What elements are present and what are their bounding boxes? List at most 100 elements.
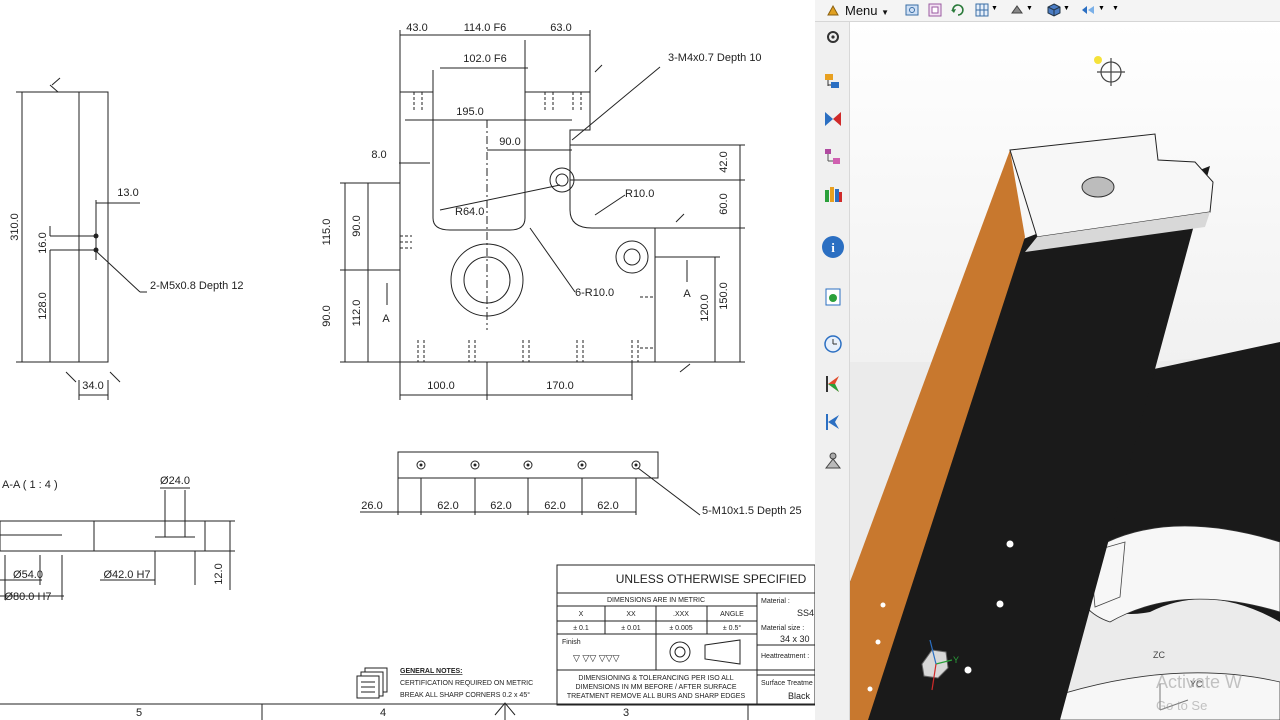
roles-icon[interactable] bbox=[823, 412, 843, 432]
dim-dia-42-h7: Ø42.0 H7 bbox=[103, 569, 150, 581]
render-dropdown-icon[interactable]: ▼ bbox=[1026, 5, 1033, 12]
dim-120: 120.0 bbox=[699, 294, 711, 322]
dim-60: 60.0 bbox=[718, 193, 730, 214]
dim-62-b: 62.0 bbox=[490, 500, 511, 512]
section-mark-left: A bbox=[382, 313, 390, 325]
axis-label-zc: ZC bbox=[1153, 650, 1165, 660]
assembly-navigator-icon[interactable] bbox=[823, 72, 843, 92]
zone-4: 4 bbox=[380, 707, 386, 719]
graphics-window[interactable]: Y ZC YC Activate W Go to Se bbox=[850, 22, 1280, 720]
fit-view-icon[interactable] bbox=[905, 3, 919, 17]
dim-90-left: 90.0 bbox=[351, 215, 363, 236]
tol-val-angle: ± 0.5° bbox=[723, 624, 742, 632]
dim-side-16: 16.0 bbox=[37, 232, 49, 253]
process-studio-icon[interactable] bbox=[823, 374, 843, 394]
activation-watermark-line-2: Go to Se bbox=[1156, 698, 1208, 713]
side-view-outline bbox=[78, 91, 109, 363]
tol-col-angle: ANGLE bbox=[720, 611, 744, 618]
cube-dropdown-icon[interactable]: ▼ bbox=[1063, 5, 1070, 12]
menu-button[interactable]: Menu ▼ bbox=[823, 2, 892, 20]
dim-114-f6: 114.0 F6 bbox=[464, 22, 507, 34]
dim-90-bottom: 90.0 bbox=[321, 305, 333, 326]
top-holes-note: 3-M4x0.7 Depth 10 bbox=[668, 52, 762, 64]
snap-icon[interactable] bbox=[928, 3, 942, 17]
dim-170: 170.0 bbox=[546, 380, 574, 392]
dim-112: 112.0 bbox=[351, 300, 363, 327]
dim-102-f6: 102.0 F6 bbox=[463, 53, 506, 65]
cad-toolbar: Menu ▼ ▼ ▼ ▼ ▼ ▼ bbox=[815, 0, 1280, 22]
section-view-outline bbox=[0, 520, 206, 552]
bottom-holes-note: 5-M10x1.5 Depth 25 bbox=[702, 505, 802, 517]
dim-26: 26.0 bbox=[361, 500, 382, 512]
dim-r64: R64.0 bbox=[455, 206, 484, 218]
dim-side-34: 34.0 bbox=[82, 380, 103, 392]
general-notes-line-2: BREAK ALL SHARP CORNERS 0.2 x 45° bbox=[400, 691, 530, 699]
reuse-library-icon[interactable] bbox=[823, 184, 843, 204]
notes-icon bbox=[356, 667, 388, 699]
material-label: Material : bbox=[761, 598, 790, 605]
drawing-canvas: 310.0 13.0 16.0 128.0 34.0 2-M5x0.8 Dept… bbox=[0, 22, 815, 720]
menu-label: Menu bbox=[845, 3, 878, 18]
dim-side-13: 13.0 bbox=[117, 187, 138, 199]
tol-val-xxx: ± 0.005 bbox=[669, 625, 692, 632]
render-style-icon[interactable] bbox=[1010, 3, 1024, 17]
dim-90-top: 90.0 bbox=[499, 136, 520, 148]
cube-view-icon[interactable] bbox=[1047, 3, 1061, 17]
dim-63: 63.0 bbox=[550, 22, 571, 34]
hide-show-icon[interactable] bbox=[1081, 3, 1095, 17]
surface-label: Surface Treatme bbox=[761, 680, 813, 687]
resource-bar: i bbox=[815, 22, 850, 720]
menu-icon bbox=[827, 4, 839, 16]
dim-section-12: 12.0 bbox=[213, 563, 225, 584]
title-block-note-3: TREATMENT REMOVE ALL BURS AND SHARP EDGE… bbox=[567, 693, 746, 700]
part-3d-model[interactable]: Y ZC YC bbox=[850, 22, 1280, 720]
material-value: SS4 bbox=[797, 608, 814, 618]
tol-col-xx: XX bbox=[626, 611, 636, 618]
tol-col-xxx: .XXX bbox=[673, 611, 689, 618]
section-mark-right: A bbox=[683, 288, 691, 300]
info-icon[interactable]: i bbox=[820, 234, 846, 260]
rotate-icon[interactable] bbox=[950, 3, 964, 17]
finish-label: Finish bbox=[562, 639, 581, 646]
title-block-header: UNLESS OTHERWISE SPECIFIED bbox=[616, 572, 807, 586]
dim-100: 100.0 bbox=[427, 380, 455, 392]
material-size-label: Material size : bbox=[761, 625, 804, 632]
dim-43: 43.0 bbox=[406, 22, 427, 34]
dim-62-c: 62.0 bbox=[544, 500, 565, 512]
activation-watermark-line-1: Activate W bbox=[1156, 672, 1243, 692]
section-label: A-A ( 1 : 4 ) bbox=[2, 479, 58, 491]
overflow-icon[interactable]: ▼ bbox=[1112, 5, 1119, 12]
dim-42: 42.0 bbox=[718, 151, 730, 172]
general-notes-line-1: CERTIFICATION REQUIRED ON METRIC bbox=[400, 680, 533, 687]
web-browser-icon[interactable] bbox=[823, 287, 843, 307]
heattreatment-label: Heattreatment : bbox=[761, 653, 809, 660]
dim-150: 150.0 bbox=[718, 282, 730, 310]
constraint-navigator-icon[interactable] bbox=[823, 109, 843, 129]
settings-icon[interactable] bbox=[823, 27, 843, 47]
dim-195: 195.0 bbox=[456, 106, 484, 118]
history-icon[interactable] bbox=[823, 334, 843, 354]
dim-side-128: 128.0 bbox=[37, 292, 49, 320]
more-icon[interactable]: ▼ bbox=[1098, 5, 1105, 12]
title-block-note-1: DIMENSIONING & TOLERANCING PER ISO ALL bbox=[578, 675, 733, 682]
dim-dia-24: Ø24.0 bbox=[160, 475, 190, 487]
title-block-units: DIMENSIONS ARE IN METRIC bbox=[607, 597, 705, 604]
grid-icon[interactable] bbox=[975, 3, 989, 17]
tol-val-xx: ± 0.01 bbox=[621, 625, 641, 632]
dim-side-310: 310.0 bbox=[9, 213, 21, 241]
side-hole-note: 2-M5x0.8 Depth 12 bbox=[150, 280, 244, 292]
svg-text:i: i bbox=[831, 240, 835, 255]
grid-dropdown-icon[interactable]: ▼ bbox=[991, 5, 998, 12]
material-size-value: 34 x 30 bbox=[780, 634, 810, 644]
dim-dia-54: Ø54.0 bbox=[13, 569, 43, 581]
surface-value: Black bbox=[788, 691, 811, 701]
finish-symbols: ▽ ▽▽ ▽▽▽ bbox=[573, 653, 620, 663]
axis-label-y: Y bbox=[953, 655, 959, 665]
chevron-down-icon: ▼ bbox=[881, 8, 890, 17]
part-navigator-icon[interactable] bbox=[823, 147, 843, 167]
tol-val-x: ± 0.1 bbox=[573, 625, 589, 632]
system-materials-icon[interactable] bbox=[823, 450, 843, 470]
dim-8: 8.0 bbox=[371, 149, 386, 161]
dim-r10: R10.0 bbox=[625, 188, 654, 200]
fillets-note: 6-R10.0 bbox=[575, 287, 614, 299]
